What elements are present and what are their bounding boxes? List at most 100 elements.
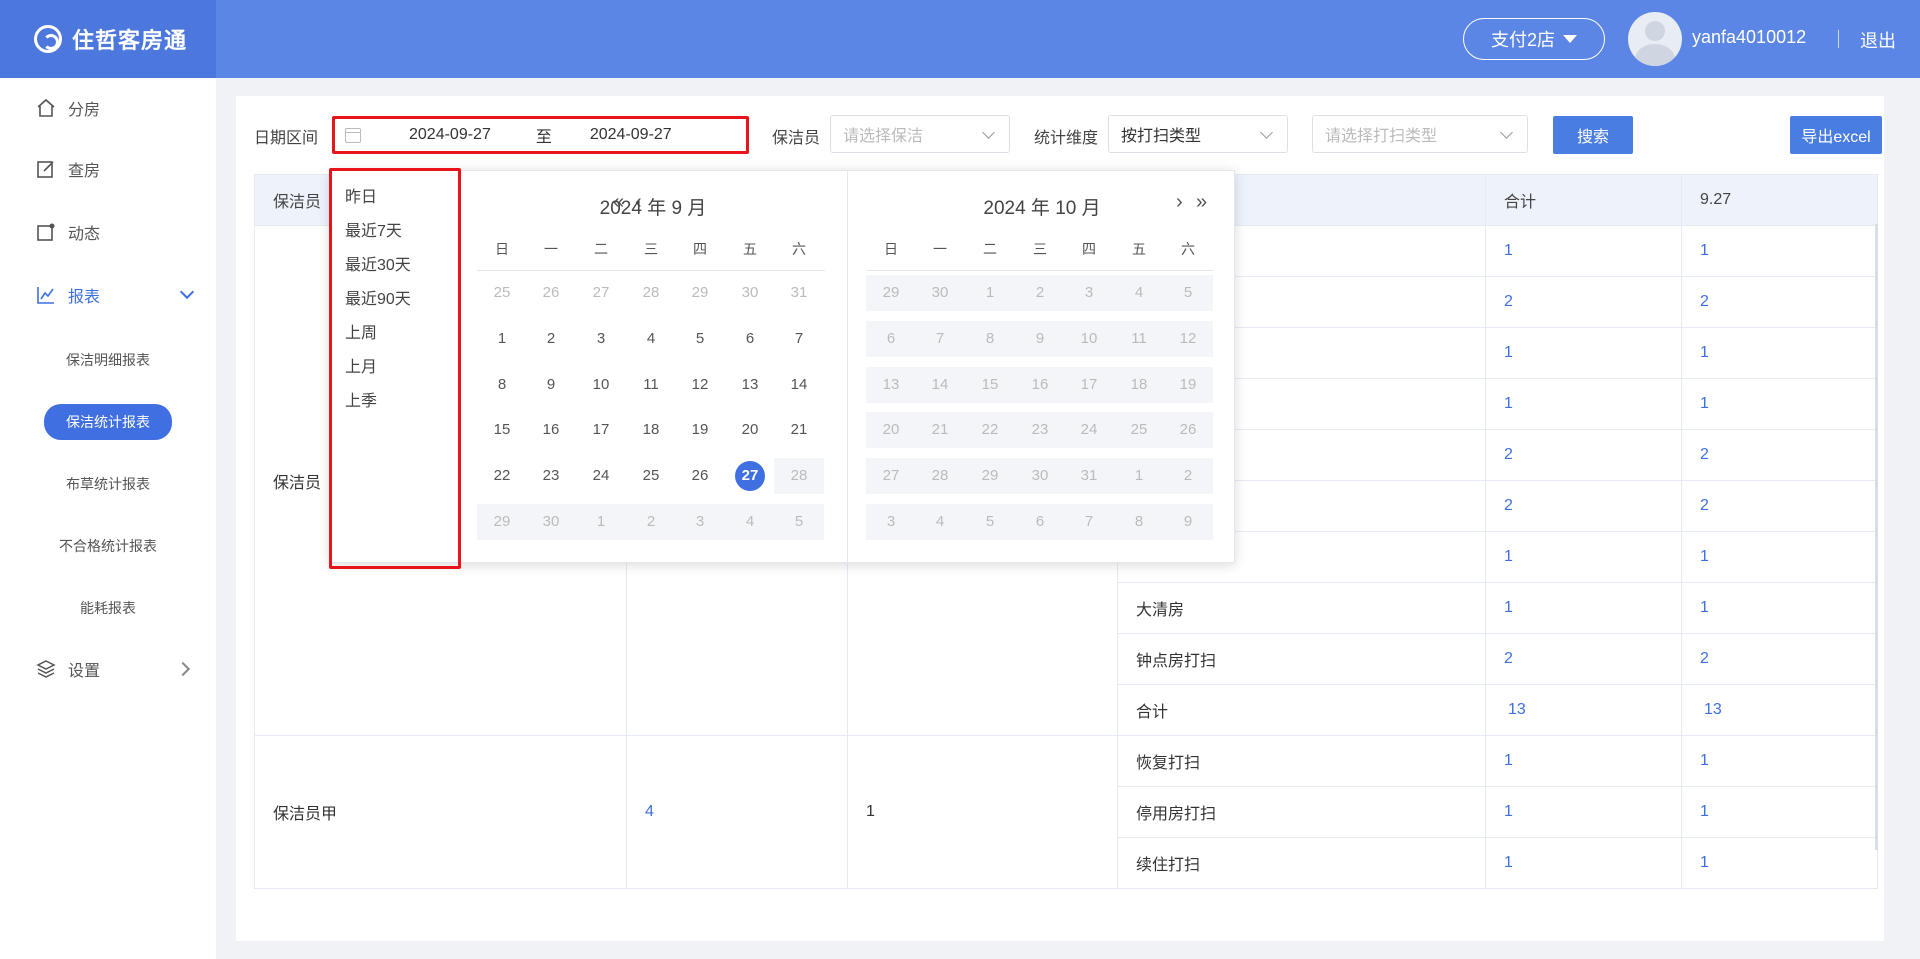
- end-date-input[interactable]: 2024-09-27: [590, 126, 672, 144]
- calendar-day[interactable]: 3: [576, 321, 626, 357]
- total-link[interactable]: 1: [1485, 378, 1682, 430]
- total-link[interactable]: 2: [1485, 633, 1682, 685]
- total-link[interactable]: 1: [1485, 837, 1682, 889]
- clean-type-select[interactable]: 请选择打扫类型: [1312, 115, 1528, 153]
- total-link[interactable]: 1: [1485, 327, 1682, 379]
- calendar-day[interactable]: 21: [915, 412, 965, 448]
- calendar-day[interactable]: 5: [774, 504, 824, 540]
- calendar-day[interactable]: 5: [965, 504, 1015, 540]
- calendar-day[interactable]: 25: [1114, 412, 1164, 448]
- logo[interactable]: 住哲客房通: [0, 0, 216, 78]
- calendar-day[interactable]: 3: [1064, 275, 1114, 311]
- total-link[interactable]: 2: [1485, 480, 1682, 532]
- export-excel-button[interactable]: 导出excel: [1790, 116, 1882, 154]
- calendar-day[interactable]: 26: [526, 275, 576, 311]
- day-link[interactable]: 2: [1681, 480, 1878, 532]
- calendar-day[interactable]: 3: [866, 504, 916, 540]
- calendar-day[interactable]: 31: [1064, 458, 1114, 494]
- rooms-link[interactable]: 4: [626, 735, 848, 889]
- shortcut-last-month[interactable]: 上月: [345, 353, 377, 377]
- calendar-day[interactable]: 4: [1114, 275, 1164, 311]
- day-link[interactable]: 1: [1681, 837, 1878, 889]
- calendar-day[interactable]: 8: [1114, 504, 1164, 540]
- calendar-day[interactable]: 12: [675, 367, 725, 403]
- total-link[interactable]: 2: [1485, 276, 1682, 328]
- search-button[interactable]: 搜索: [1553, 116, 1633, 154]
- calendar-day[interactable]: 17: [576, 412, 626, 448]
- day-link[interactable]: 1: [1681, 378, 1878, 430]
- sidebar-item-check[interactable]: 查房: [36, 154, 100, 184]
- day-link[interactable]: 1: [1681, 327, 1878, 379]
- shortcut-last-7-days[interactable]: 最近7天: [345, 217, 402, 241]
- calendar-day[interactable]: 7: [774, 321, 824, 357]
- shortcut-yesterday[interactable]: 昨日: [345, 183, 377, 207]
- calendar-day[interactable]: 24: [576, 458, 626, 494]
- day-link[interactable]: 2: [1681, 276, 1878, 328]
- calendar-day[interactable]: 20: [725, 412, 775, 448]
- total-link[interactable]: 13: [1485, 684, 1682, 736]
- calendar-day[interactable]: 14: [774, 367, 824, 403]
- calendar-day[interactable]: 13: [866, 367, 916, 403]
- sidebar-sub-unqualified-stats[interactable]: 不合格统计报表: [0, 536, 216, 556]
- date-range-input[interactable]: 2024-09-27 至 2024-09-27: [332, 116, 749, 154]
- total-link[interactable]: 2: [1485, 429, 1682, 481]
- day-link[interactable]: 1: [1681, 786, 1878, 838]
- day-link[interactable]: 2: [1681, 429, 1878, 481]
- calendar-day[interactable]: 29: [675, 275, 725, 311]
- calendar-day[interactable]: 28: [774, 458, 824, 494]
- sidebar-item-reports[interactable]: 报表: [36, 280, 196, 310]
- shortcut-last-quarter[interactable]: 上季: [345, 387, 377, 411]
- calendar-day[interactable]: 6: [866, 321, 916, 357]
- calendar-day[interactable]: 16: [526, 412, 576, 448]
- day-link[interactable]: 13: [1681, 684, 1878, 736]
- avatar[interactable]: [1628, 12, 1682, 66]
- calendar-day[interactable]: 2: [626, 504, 676, 540]
- calendar-day[interactable]: 7: [1064, 504, 1114, 540]
- calendar-day[interactable]: 26: [1163, 412, 1213, 448]
- calendar-day[interactable]: 2: [1015, 275, 1065, 311]
- calendar-day[interactable]: 9: [1015, 321, 1065, 357]
- logout-link[interactable]: 退出: [1860, 27, 1896, 53]
- store-switch-button[interactable]: 支付2店: [1463, 18, 1605, 60]
- sidebar-sub-cleaning-stats[interactable]: 保洁统计报表: [0, 404, 216, 440]
- day-link[interactable]: 1: [1681, 735, 1878, 787]
- calendar-day[interactable]: 19: [1163, 367, 1213, 403]
- calendar-day[interactable]: 13: [725, 367, 775, 403]
- sidebar-item-rooms[interactable]: 分房: [36, 93, 100, 123]
- table-scrollbar[interactable]: [1875, 224, 1878, 850]
- total-link[interactable]: 1: [1485, 786, 1682, 838]
- calendar-day[interactable]: 18: [626, 412, 676, 448]
- calendar-day[interactable]: 20: [866, 412, 916, 448]
- calendar-day[interactable]: 15: [965, 367, 1015, 403]
- calendar-day[interactable]: 11: [1114, 321, 1164, 357]
- calendar-day[interactable]: 22: [477, 458, 527, 494]
- calendar-day[interactable]: 4: [626, 321, 676, 357]
- calendar-day[interactable]: 17: [1064, 367, 1114, 403]
- calendar-day[interactable]: 23: [526, 458, 576, 494]
- calendar-day[interactable]: 8: [477, 367, 527, 403]
- shortcut-last-week[interactable]: 上周: [345, 319, 377, 343]
- day-link[interactable]: 2: [1681, 633, 1878, 685]
- sidebar-sub-cleaning-detail[interactable]: 保洁明细报表: [0, 350, 216, 370]
- sidebar-item-settings[interactable]: 设置: [36, 654, 196, 684]
- calendar-day[interactable]: 27: [725, 458, 775, 494]
- calendar-day[interactable]: 28: [915, 458, 965, 494]
- calendar-day[interactable]: 1: [576, 504, 626, 540]
- calendar-day[interactable]: 2: [1163, 458, 1213, 494]
- calendar-day[interactable]: 30: [915, 275, 965, 311]
- sidebar-sub-linen-stats[interactable]: 布草统计报表: [0, 474, 216, 494]
- calendar-day[interactable]: 14: [915, 367, 965, 403]
- calendar-day[interactable]: 7: [915, 321, 965, 357]
- calendar-day[interactable]: 18: [1114, 367, 1164, 403]
- calendar-day[interactable]: 25: [477, 275, 527, 311]
- calendar-day[interactable]: 11: [626, 367, 676, 403]
- calendar-day[interactable]: 5: [675, 321, 725, 357]
- shortcut-last-30-days[interactable]: 最近30天: [345, 251, 411, 275]
- calendar-day[interactable]: 29: [965, 458, 1015, 494]
- shortcut-last-90-days[interactable]: 最近90天: [345, 285, 411, 309]
- calendar-day[interactable]: 28: [626, 275, 676, 311]
- day-link[interactable]: 1: [1681, 531, 1878, 583]
- calendar-day[interactable]: 1: [965, 275, 1015, 311]
- calendar-day[interactable]: 3: [675, 504, 725, 540]
- calendar-day[interactable]: 27: [866, 458, 916, 494]
